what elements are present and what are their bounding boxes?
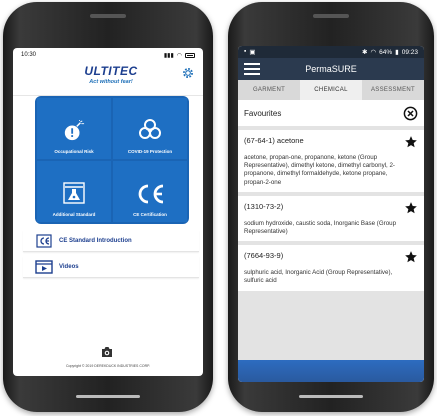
wifi-icon: ◠ [370,49,377,56]
chemical-cas: (7664-93-9) [244,251,284,261]
tile-ce-certification[interactable]: CE Certification [113,161,187,222]
ultitec-logo: ULTITEC Act without fear! [71,64,151,85]
status-bar: ▪ ▣ ✱ ◠ 64% ▮ 09:23 [238,46,424,58]
tile-label: Occupational Risk [54,149,94,154]
menu-item-videos[interactable]: Videos [23,256,199,278]
bomb-icon [64,120,85,141]
logo-tagline: Act without fear! [89,79,133,85]
gear-icon[interactable] [181,66,195,80]
tile-occupational-risk[interactable]: Occupational Risk [37,98,111,159]
status-bar: 10:30 ▮▮▮ ◠ [13,48,203,62]
camera-icon[interactable] [99,344,115,360]
app-title: PermaSURE [305,64,357,74]
status-time: 10:30 [21,52,37,58]
image-icon: ▣ [249,49,256,56]
chemical-card[interactable]: (67-64-1) acetone acetone, propan-one, p… [238,130,424,192]
wifi-icon: ◠ [176,52,182,59]
home-indicator [76,395,140,398]
chemical-names: sodium hydroxide, caustic soda, Inorgani… [244,219,397,235]
bottom-bar [238,360,424,382]
bluetooth-icon: ✱ [362,49,368,56]
chemical-card[interactable]: (1310-73-2) sodium hydroxide, caustic so… [238,195,424,242]
tab-bar: GARMENT CHEMICAL ASSESSMENT [238,80,424,100]
chemical-list: Favourites (67-64-1) acetone acetone, pr… [238,100,424,382]
battery-percent: 64% [379,48,393,56]
menu-item-label: Videos [59,263,79,270]
chemical-card[interactable]: (7664-93-9) sulphuric acid, Inorganic Ac… [238,245,424,291]
menu-icon[interactable] [244,63,260,75]
chemical-names: sulphuric acid, Inorganic Acid (Group Re… [244,269,393,285]
tile-label: COVID-19 Protection [127,149,173,154]
chemical-cas: (1310-73-2) [244,201,284,211]
chemical-names: acetone, propan-one, propanone, ketone (… [244,154,395,186]
tab-chemical[interactable]: CHEMICAL [300,80,362,100]
close-icon[interactable] [403,106,418,121]
category-grid: Occupational Risk COVID-19 Protection Ad… [35,96,189,224]
menu-item-ce-standard-introduction[interactable]: CE Standard Introduction [23,230,199,252]
tile-label: CE Certification [133,212,167,217]
app-bar: PermaSURE [238,58,424,80]
ce-book-icon [35,233,53,248]
tile-additional-standard[interactable]: Additional Standard [37,161,111,222]
tile-covid-19-protection[interactable]: COVID-19 Protection [113,98,187,159]
app-header: ULTITEC Act without fear! [13,62,203,96]
home-indicator [299,395,363,398]
speaker-grille [313,14,349,18]
star-icon[interactable] [404,201,418,215]
biohazard-icon [139,119,161,139]
tab-garment[interactable]: GARMENT [238,80,300,100]
battery-icon: ▮ [395,49,399,56]
right-phone-frame: ▪ ▣ ✱ ◠ 64% ▮ 09:23 PermaSURE GARMENT CH… [228,2,434,412]
flask-icon [63,182,85,204]
favourites-row[interactable]: Favourites [238,100,424,126]
ce-mark-icon [138,184,164,204]
star-icon[interactable] [404,135,418,149]
signal-icon: ▮▮▮ [163,52,174,59]
ultitec-app-screen: 10:30 ▮▮▮ ◠ ULTITEC Act without fear! Oc… [13,48,203,376]
tile-label: Additional Standard [52,212,96,217]
star-icon[interactable] [404,250,418,264]
status-time: 09:23 [401,48,418,56]
permasure-app-screen: ▪ ▣ ✱ ◠ 64% ▮ 09:23 PermaSURE GARMENT CH… [238,46,424,382]
speaker-grille [90,14,126,18]
video-icon [35,259,53,274]
chemical-cas: (67-64-1) acetone [244,136,304,145]
tab-assessment[interactable]: ASSESSMENT [362,80,424,100]
notification-icon: ▪ [244,48,247,55]
battery-icon [185,52,195,58]
favourites-label: Favourites [244,108,282,118]
menu-item-label: CE Standard Introduction [59,237,132,244]
copyright-text: Copyright © 2019 DEREKDUCK INDUSTRIES CO… [65,364,150,368]
logo-brand: ULTITEC [84,64,138,78]
left-phone-frame: 10:30 ▮▮▮ ◠ ULTITEC Act without fear! Oc… [3,2,213,412]
